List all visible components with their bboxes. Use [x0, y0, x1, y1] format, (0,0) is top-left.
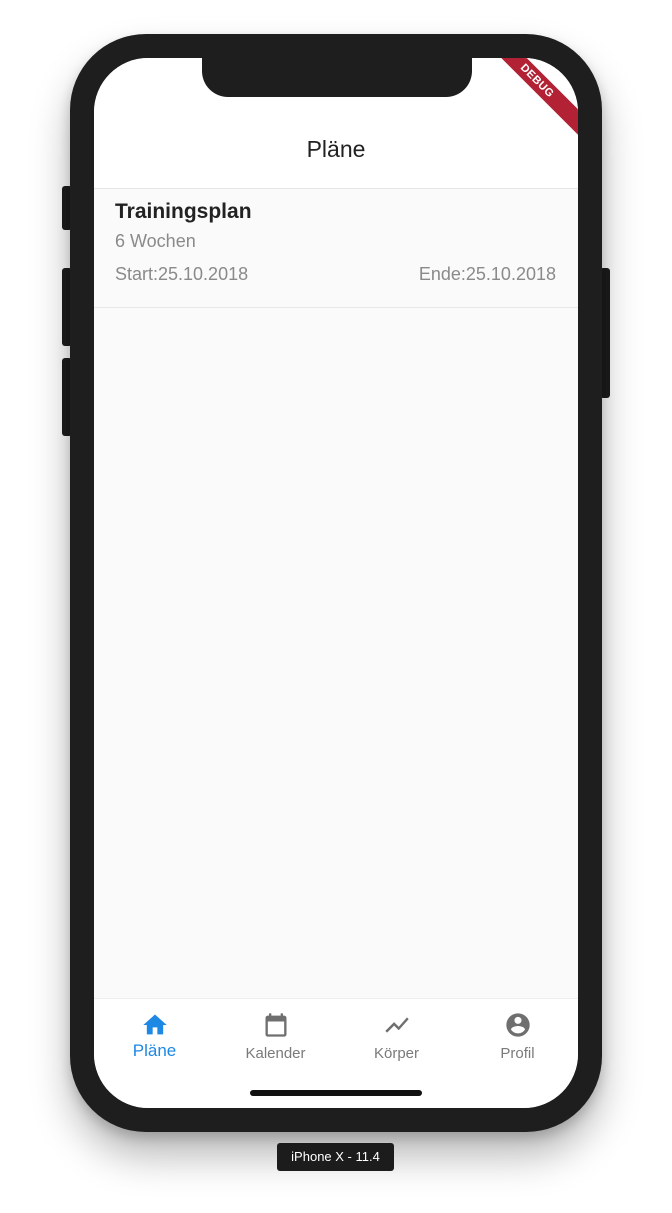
phone-frame: DEBUG Pläne Trainingsplan 6 Wochen Start… [70, 34, 602, 1132]
nav-label-kalender: Kalender [245, 1045, 306, 1062]
phone-screen: DEBUG Pläne Trainingsplan 6 Wochen Start… [94, 58, 578, 1108]
home-icon [143, 1014, 167, 1035]
nav-item-koerper[interactable]: Körper [336, 999, 457, 1079]
plan-name: Trainingsplan [115, 200, 252, 223]
plan-duration: 6 Wochen [115, 231, 196, 251]
plan-start-date: Start:25.10.2018 [115, 264, 249, 284]
trending-up-icon [385, 1017, 409, 1033]
page-title: Pläne [306, 136, 366, 162]
simulator-stage: DEBUG Pläne Trainingsplan 6 Wochen Start… [0, 0, 672, 1213]
nav-label-plaene: Pläne [132, 1041, 177, 1060]
nav-label-koerper: Körper [373, 1045, 420, 1062]
home-indicator [250, 1090, 422, 1096]
calendar-icon [265, 1013, 287, 1037]
notch [202, 58, 472, 97]
device-label: iPhone X - 11.4 [277, 1143, 394, 1171]
nav-item-kalender[interactable]: Kalender [215, 999, 336, 1079]
nav-item-profil[interactable]: Profil [457, 999, 578, 1079]
nav-item-plaene[interactable]: Pläne [94, 999, 215, 1079]
plan-end-date: Ende:25.10.2018 [418, 264, 556, 284]
nav-label-profil: Profil [500, 1045, 535, 1062]
plan-list-item[interactable]: Trainingsplan 6 Wochen Start:25.10.2018 … [94, 189, 578, 308]
account-circle-icon [506, 1013, 530, 1037]
